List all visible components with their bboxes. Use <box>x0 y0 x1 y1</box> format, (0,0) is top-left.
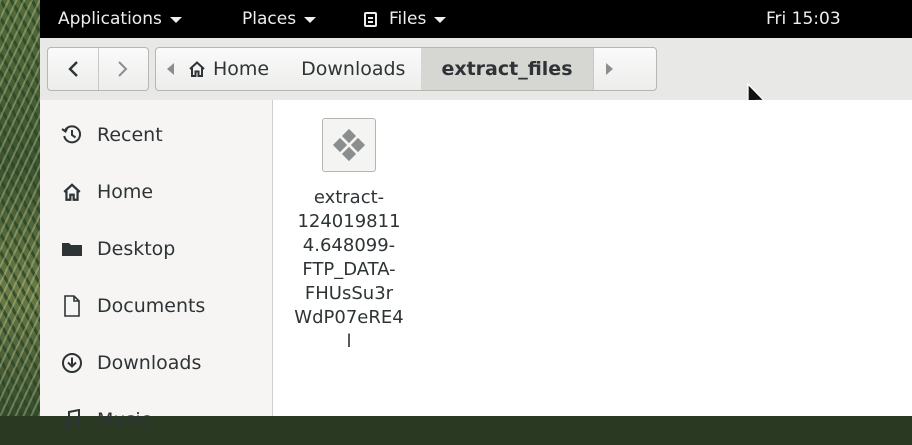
home-icon <box>60 180 84 204</box>
sidebar-item-downloads[interactable]: Downloads <box>40 338 272 388</box>
triangle-right-icon <box>605 63 613 75</box>
generic-file-icon <box>322 118 376 172</box>
document-icon <box>60 294 84 318</box>
file-name-line: WdP07eRE4 <box>294 307 404 328</box>
path-crumb-downloads[interactable]: Downloads <box>285 48 421 90</box>
headerbar: Home Downloads extract_files <box>40 38 912 112</box>
places-label: Places <box>242 9 297 29</box>
chevron-down-icon <box>304 17 317 23</box>
file-name-line: l <box>346 331 352 352</box>
file-name-line: FTP_DATA- <box>302 259 396 280</box>
home-icon <box>189 61 205 77</box>
sidebar-item-desktop[interactable]: Desktop <box>40 224 272 274</box>
sidebar-item-documents[interactable]: Documents <box>40 281 272 331</box>
places-menu[interactable]: Places <box>242 0 317 38</box>
file-item[interactable]: extract- 124019811 4.648099- FTP_DATA- F… <box>289 118 409 354</box>
files-app-icon <box>364 11 377 27</box>
files-label: Files <box>389 9 427 29</box>
back-button[interactable] <box>48 48 98 90</box>
path-crumb-label: Downloads <box>301 58 406 80</box>
clock[interactable]: Fri 15:03 <box>766 0 841 38</box>
download-icon <box>60 351 84 375</box>
file-name: extract- 124019811 4.648099- FTP_DATA- F… <box>290 186 408 354</box>
file-name-line: extract- <box>313 187 385 208</box>
sidebar-item-label: Music <box>97 409 152 431</box>
path-crumb-extract-files[interactable]: extract_files <box>421 48 593 90</box>
places-sidebar: Recent Home Desktop Documents Downloads <box>40 100 273 431</box>
path-bar: Home Downloads extract_files <box>155 47 657 91</box>
forward-button[interactable] <box>97 48 149 90</box>
applications-label: Applications <box>58 9 162 29</box>
sidebar-item-recent[interactable]: Recent <box>40 110 272 160</box>
top-panel: Applications Places Files Fri 15:03 <box>40 0 912 38</box>
path-crumb-label: Home <box>213 58 270 80</box>
sidebar-item-label: Recent <box>97 124 163 146</box>
navigation-buttons <box>47 47 149 91</box>
file-name-line: 4.648099- <box>302 235 396 256</box>
sidebar-item-label: Downloads <box>97 352 202 374</box>
triangle-left-icon <box>167 63 174 75</box>
sidebar-item-music[interactable]: Music <box>40 395 272 445</box>
desktop-wallpaper <box>0 0 40 416</box>
path-scroll-right-button[interactable] <box>592 48 624 90</box>
sidebar-item-label: Desktop <box>97 238 176 260</box>
path-crumb-label: extract_files <box>441 58 573 80</box>
file-view: extract- 124019811 4.648099- FTP_DATA- F… <box>273 100 912 416</box>
back-arrow-icon <box>68 61 78 77</box>
folder-icon <box>60 237 84 261</box>
path-scroll-left-button[interactable] <box>156 48 186 90</box>
applications-menu[interactable]: Applications <box>58 0 182 38</box>
music-icon <box>60 408 84 432</box>
file-name-line: FHUsSu3r <box>304 283 394 304</box>
file-manager-window: Home Downloads extract_files Recent Home… <box>40 38 912 431</box>
sidebar-item-home[interactable]: Home <box>40 167 272 217</box>
sidebar-item-label: Home <box>97 181 154 203</box>
sidebar-item-label: Documents <box>97 295 206 317</box>
file-name-line: 124019811 <box>297 211 401 232</box>
path-crumb-home[interactable]: Home <box>186 48 285 90</box>
chevron-down-icon <box>434 17 447 23</box>
files-app-menu[interactable]: Files <box>364 0 447 38</box>
forward-arrow-icon <box>118 61 128 77</box>
recent-clock-icon <box>60 123 84 147</box>
chevron-down-icon <box>169 17 182 23</box>
